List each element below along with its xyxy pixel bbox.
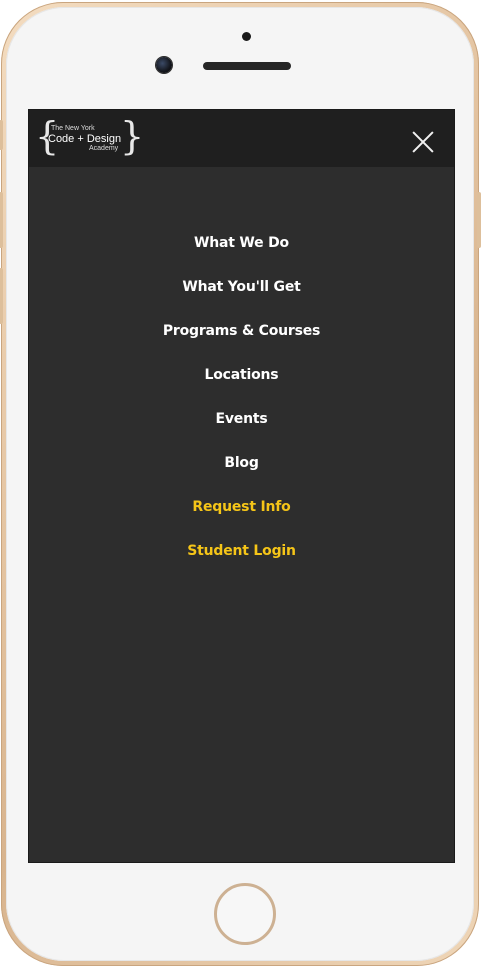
menu-item-what-youll-get: What You'll Get	[29, 275, 454, 319]
logo-line3: Academy	[89, 145, 119, 152]
menu-item-request-info: Request Info	[29, 495, 454, 539]
menu-link-request-info[interactable]: Request Info	[192, 495, 290, 519]
mute-switch	[0, 120, 3, 150]
earpiece-speaker	[203, 62, 291, 70]
logo-right-brace: }	[120, 114, 145, 158]
menu-link-blog[interactable]: Blog	[224, 451, 259, 475]
home-button	[214, 883, 276, 945]
menu-item-programs-courses: Programs & Courses	[29, 319, 454, 363]
menu-link-programs-courses[interactable]: Programs & Courses	[163, 319, 321, 343]
menu-link-what-youll-get[interactable]: What You'll Get	[182, 275, 301, 299]
nav-menu: What We Do What You'll Get Programs & Co…	[29, 231, 454, 583]
proximity-sensor	[242, 32, 251, 41]
close-icon[interactable]	[411, 130, 435, 154]
volume-up-button	[0, 192, 3, 248]
power-button	[477, 192, 481, 248]
phone-frame: { The New York Code + Design Academy } W…	[0, 2, 481, 966]
menu-item-blog: Blog	[29, 451, 454, 495]
front-camera	[156, 57, 172, 73]
top-bar: { The New York Code + Design Academy }	[29, 110, 454, 167]
menu-link-events[interactable]: Events	[216, 407, 268, 431]
volume-down-button	[0, 268, 3, 324]
menu-link-locations[interactable]: Locations	[205, 363, 279, 387]
menu-item-locations: Locations	[29, 363, 454, 407]
menu-link-what-we-do[interactable]: What We Do	[194, 231, 289, 255]
logo-line1: The New York	[51, 125, 95, 132]
menu-item-what-we-do: What We Do	[29, 231, 454, 275]
logo-line2: Code + Design	[48, 133, 122, 145]
screen: { The New York Code + Design Academy } W…	[29, 110, 454, 862]
menu-item-events: Events	[29, 407, 454, 451]
menu-link-student-login[interactable]: Student Login	[187, 539, 296, 563]
logo[interactable]: { The New York Code + Design Academy }	[35, 117, 144, 157]
menu-item-student-login: Student Login	[29, 539, 454, 583]
